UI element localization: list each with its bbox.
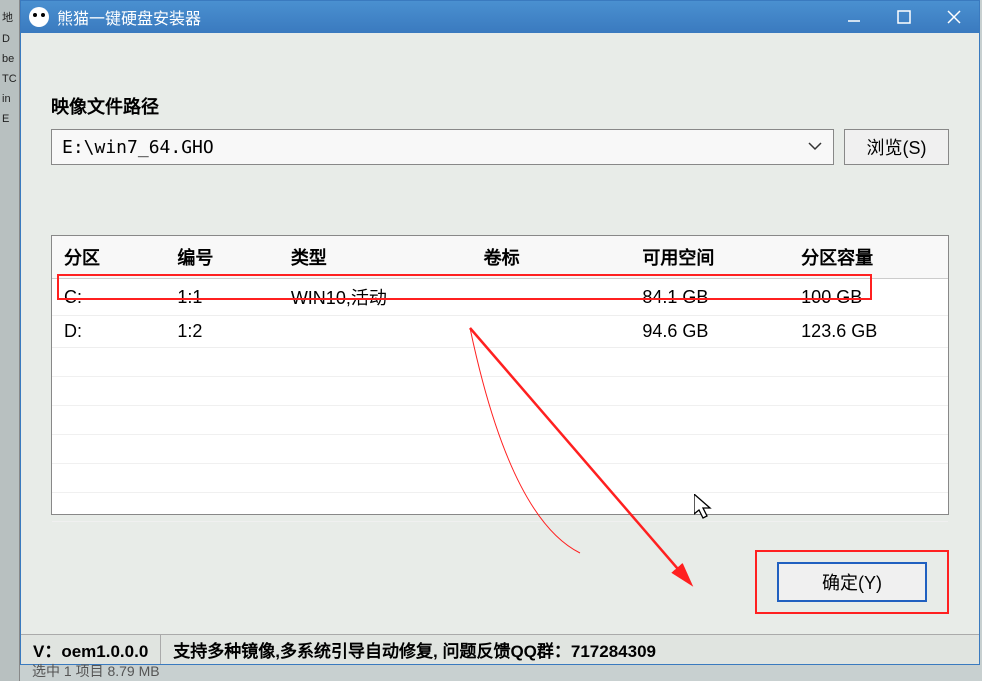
col-number[interactable]: 编号 bbox=[165, 236, 278, 279]
table-row[interactable] bbox=[52, 493, 948, 522]
status-info: 支持多种镜像,多系统引导自动修复, 问题反馈QQ群：717284309 bbox=[161, 637, 979, 662]
image-path-input[interactable]: E:\win7_64.GHO bbox=[51, 129, 834, 165]
cell-number: 1:1 bbox=[165, 279, 278, 316]
col-size[interactable]: 分区容量 bbox=[789, 236, 948, 279]
ok-highlight-annotation: 确定(Y) bbox=[755, 550, 949, 614]
cell-type: WIN10,活动 bbox=[279, 279, 472, 316]
col-partition[interactable]: 分区 bbox=[52, 236, 165, 279]
cell-label bbox=[472, 279, 631, 316]
statusbar: V：oem1.0.0.0 支持多种镜像,多系统引导自动修复, 问题反馈QQ群：7… bbox=[21, 634, 979, 664]
close-button[interactable] bbox=[929, 1, 979, 33]
cell-partition: C: bbox=[52, 279, 165, 316]
cell-size: 123.6 GB bbox=[789, 316, 948, 348]
browse-button[interactable]: 浏览(S) bbox=[844, 129, 949, 165]
close-icon bbox=[946, 9, 962, 25]
table-row[interactable] bbox=[52, 435, 948, 464]
cell-type bbox=[279, 316, 472, 348]
table-row[interactable] bbox=[52, 406, 948, 435]
titlebar: 熊猫一键硬盘安装器 bbox=[21, 1, 979, 33]
col-free[interactable]: 可用空间 bbox=[630, 236, 789, 279]
table-row[interactable]: D:1:2 94.6 GB123.6 GB bbox=[52, 316, 948, 348]
cell-free: 94.6 GB bbox=[630, 316, 789, 348]
image-path-value: E:\win7_64.GHO bbox=[62, 137, 214, 158]
minimize-button[interactable] bbox=[829, 1, 879, 33]
table-row[interactable]: C:1:1WIN10,活动 84.1 GB100 GB bbox=[52, 279, 948, 316]
table-row[interactable] bbox=[52, 348, 948, 377]
maximize-icon bbox=[897, 10, 911, 24]
maximize-button[interactable] bbox=[879, 1, 929, 33]
col-label[interactable]: 卷标 bbox=[472, 236, 631, 279]
app-icon bbox=[29, 7, 49, 27]
col-type[interactable]: 类型 bbox=[279, 236, 472, 279]
ok-button[interactable]: 确定(Y) bbox=[777, 562, 927, 602]
chevron-down-icon bbox=[807, 139, 823, 155]
installer-window: 熊猫一键硬盘安装器 映像文件路径 E:\win7_64.GHO 浏览(S) bbox=[20, 0, 980, 665]
window-title: 熊猫一键硬盘安装器 bbox=[57, 5, 201, 29]
cell-partition: D: bbox=[52, 316, 165, 348]
cell-number: 1:2 bbox=[165, 316, 278, 348]
desktop-status-text: 选中 1 项目 8.79 MB bbox=[32, 661, 160, 681]
partition-table: 分区 编号 类型 卷标 可用空间 分区容量 C:1:1WIN10,活动 84.1 … bbox=[51, 235, 949, 515]
version-text: V：oem1.0.0.0 bbox=[21, 635, 161, 664]
table-row[interactable] bbox=[52, 377, 948, 406]
minimize-icon bbox=[847, 10, 861, 24]
cell-free: 84.1 GB bbox=[630, 279, 789, 316]
cell-size: 100 GB bbox=[789, 279, 948, 316]
path-label: 映像文件路径 bbox=[51, 93, 949, 119]
cell-label bbox=[472, 316, 631, 348]
table-row[interactable] bbox=[52, 464, 948, 493]
